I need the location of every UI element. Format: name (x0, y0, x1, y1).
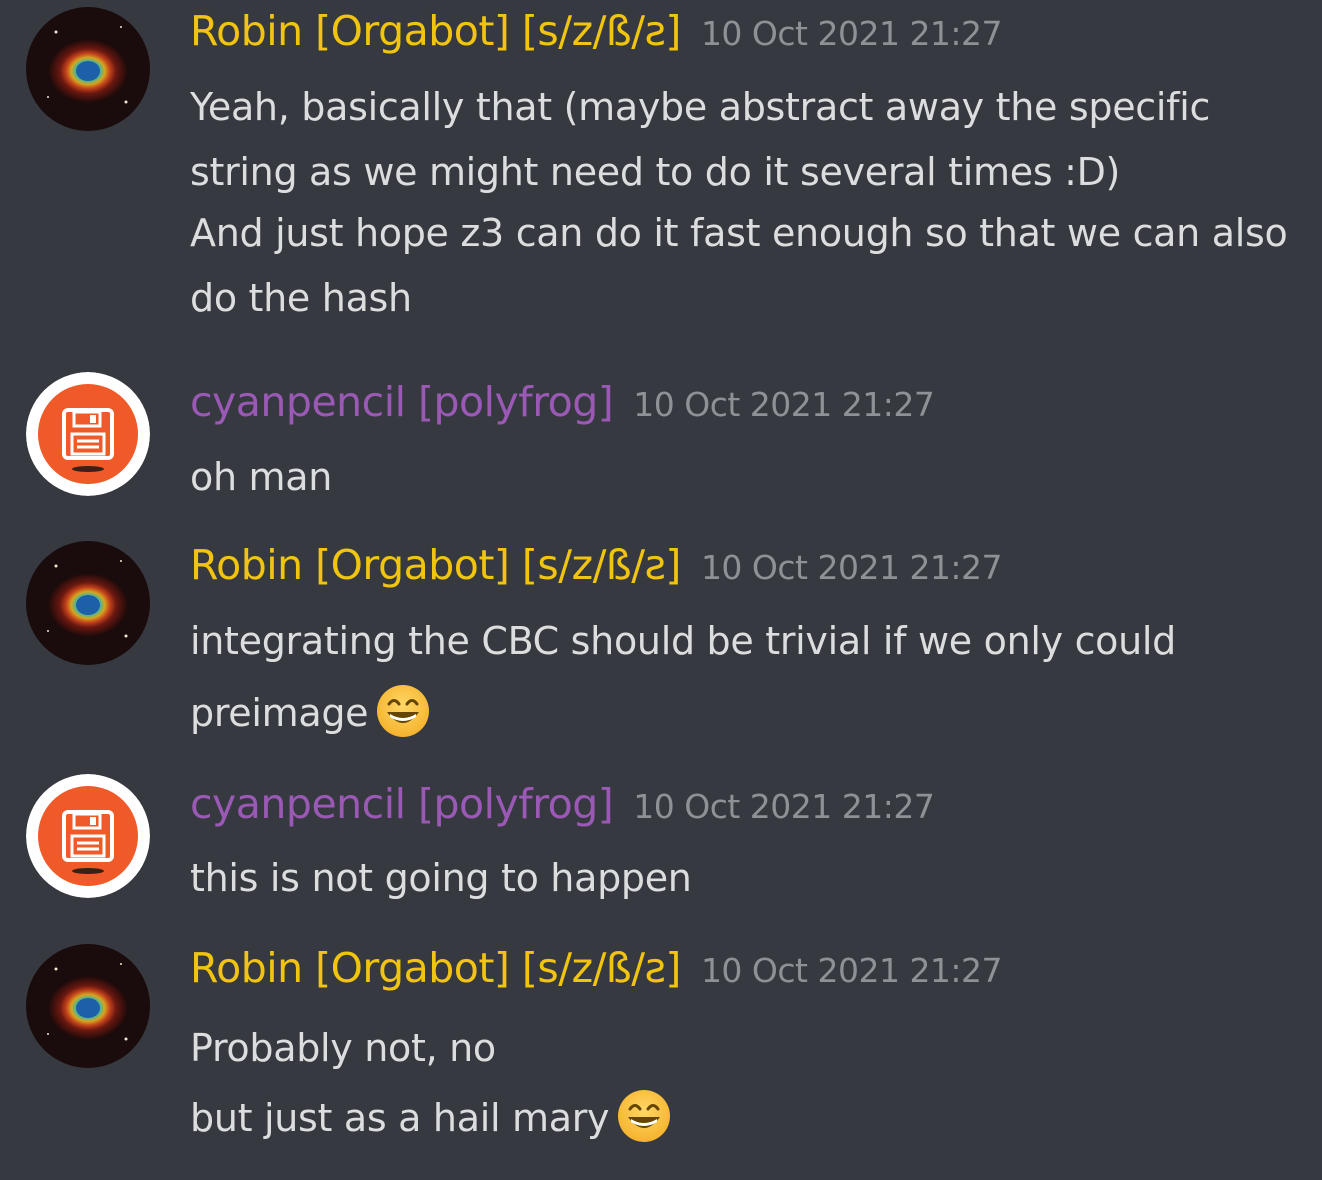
timestamp[interactable]: 10 Oct 2021 21:27 (633, 787, 935, 826)
message-line: do the hash (190, 276, 412, 320)
floppy-disk-avatar-icon[interactable] (26, 774, 150, 898)
message-line: but just as a hail mary (190, 1096, 610, 1140)
message-line-with-emoji: preimage (190, 684, 430, 747)
message-line: oh man (190, 455, 332, 499)
grinning-face-emoji-icon (376, 684, 430, 747)
author-name[interactable]: Robin [Orgabot] [s/z/ß/ꙅ] (190, 944, 681, 992)
message-line: string as we might need to do it several… (190, 150, 1121, 194)
helix-nebula-avatar-icon[interactable] (26, 7, 150, 131)
helix-nebula-avatar-icon[interactable] (26, 944, 150, 1068)
timestamp[interactable]: 10 Oct 2021 21:27 (633, 385, 935, 424)
helix-nebula-avatar-icon[interactable] (26, 541, 150, 665)
message-line: integrating the CBC should be trivial if… (190, 619, 1176, 663)
message-line: preimage (190, 691, 369, 735)
message-line: Yeah, basically that (maybe abstract awa… (190, 85, 1211, 129)
floppy-disk-avatar-icon[interactable] (26, 372, 150, 496)
message-line: And just hope z3 can do it fast enough s… (190, 211, 1288, 255)
author-name[interactable]: Robin [Orgabot] [s/z/ß/ꙅ] (190, 541, 681, 589)
author-name[interactable]: cyanpencil [polyfrog] (190, 780, 614, 828)
message-line-with-emoji: but just as a hail mary (190, 1089, 671, 1152)
grinning-face-emoji-icon (617, 1089, 671, 1152)
message-line: Probably not, no (190, 1026, 496, 1070)
message-line: this is not going to happen (190, 856, 692, 900)
author-name[interactable]: Robin [Orgabot] [s/z/ß/ꙅ] (190, 7, 681, 55)
timestamp[interactable]: 10 Oct 2021 21:27 (701, 951, 1003, 990)
timestamp[interactable]: 10 Oct 2021 21:27 (701, 14, 1003, 53)
timestamp[interactable]: 10 Oct 2021 21:27 (701, 548, 1003, 587)
author-name[interactable]: cyanpencil [polyfrog] (190, 378, 614, 426)
